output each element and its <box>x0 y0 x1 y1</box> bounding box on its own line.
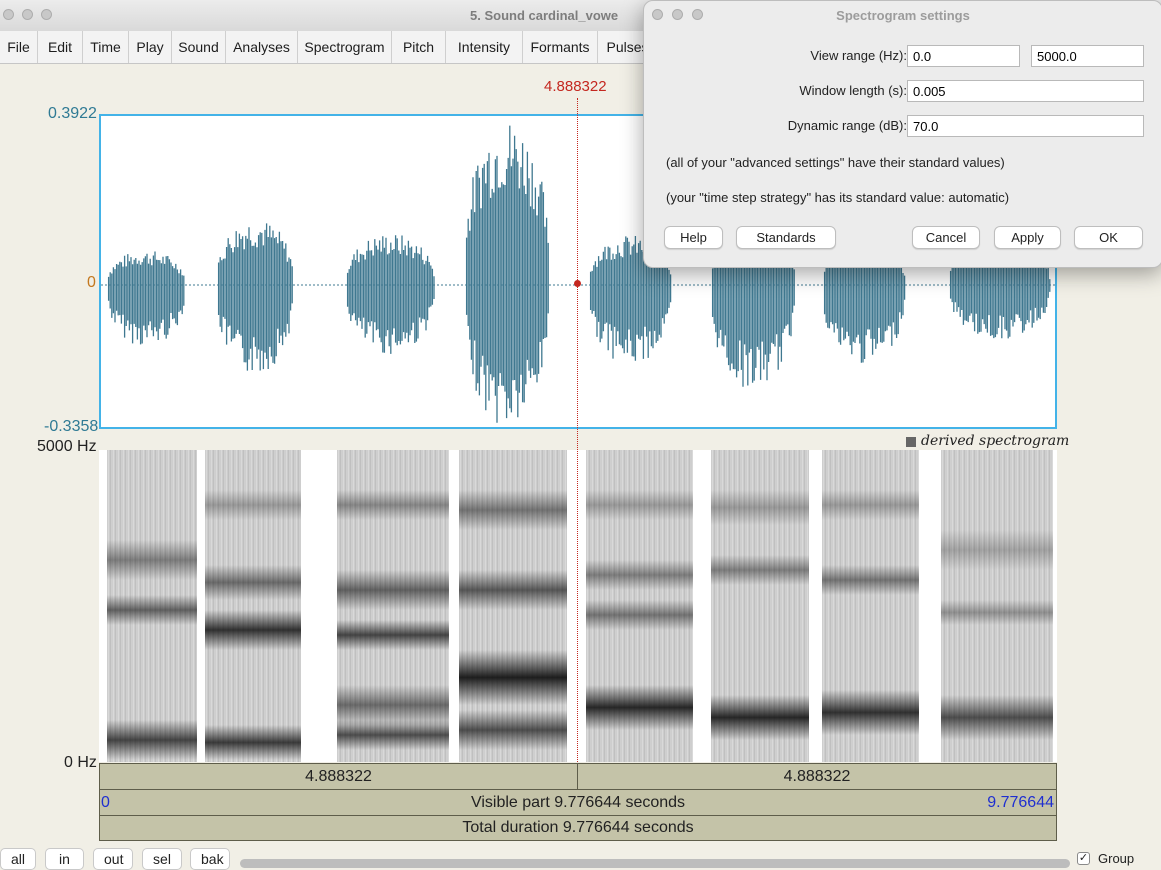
formant-band <box>459 650 567 705</box>
menu-formants[interactable]: Formants <box>523 31 598 63</box>
formant-band <box>337 490 449 520</box>
spectrogram-segment-8 <box>941 450 1053 762</box>
visible-part-bar[interactable]: 0 Visible part 9.776644 seconds 9.776644 <box>99 789 1057 816</box>
formant-band <box>822 565 919 595</box>
zoom-in-button[interactable]: in <box>45 848 84 870</box>
formant-band <box>586 600 693 630</box>
zoom-sel-button[interactable]: sel <box>142 848 182 870</box>
formant-band <box>711 555 809 585</box>
menu-pitch[interactable]: Pitch <box>392 31 446 63</box>
total-duration-label: Total duration 9.776644 seconds <box>462 819 694 836</box>
zoom-back-button[interactable]: bak <box>190 848 230 870</box>
menu-sound[interactable]: Sound <box>172 31 226 63</box>
spectrogram-segment-7 <box>822 450 919 762</box>
formant-band <box>941 600 1053 625</box>
window-title: 5. Sound cardinal_vowe <box>470 8 619 23</box>
apply-button[interactable]: Apply <box>994 226 1061 249</box>
zoom-window-icon[interactable] <box>41 9 52 20</box>
waveform-segment-3 <box>346 235 435 354</box>
dynamic-range-input[interactable] <box>907 115 1144 137</box>
visible-end-time: 9.776644 <box>987 794 1054 811</box>
spectrogram-segment-4 <box>459 450 567 762</box>
window-length-label: Window length (s): <box>799 83 907 98</box>
dynamic-range-label: Dynamic range (dB): <box>787 118 907 133</box>
formant-band <box>107 540 197 580</box>
group-checkbox[interactable]: ✓ <box>1077 852 1090 865</box>
formant-band <box>586 685 693 730</box>
visible-start-time: 0 <box>101 794 110 811</box>
amplitude-min-label: -0.3358 <box>44 418 99 435</box>
formant-band <box>586 490 693 520</box>
menu-edit[interactable]: Edit <box>38 31 83 63</box>
spectrogram-segment-5 <box>586 450 693 762</box>
cursor-line <box>577 98 578 790</box>
close-window-icon[interactable] <box>3 9 14 20</box>
menu-time[interactable]: Time <box>83 31 129 63</box>
formant-band <box>107 720 197 760</box>
cursor-point <box>574 280 581 287</box>
formant-band <box>459 490 567 530</box>
spectrogram-segment-3 <box>337 450 449 762</box>
left-part-button[interactable]: 4.888322 <box>100 764 578 789</box>
menu-analyses[interactable]: Analyses <box>226 31 298 63</box>
zoom-out-button[interactable]: out <box>93 848 133 870</box>
spectrogram-settings-dialog: Spectrogram settings View range (Hz): Wi… <box>643 0 1161 268</box>
time-bar-parts: 4.888322 4.888322 <box>99 763 1057 790</box>
view-range-label: View range (Hz): <box>810 48 907 63</box>
freq-max-label: 5000 Hz <box>37 438 97 455</box>
amplitude-zero-label: 0 <box>87 274 96 291</box>
advanced-settings-note: (all of your "advanced settings" have th… <box>666 155 1005 170</box>
zoom-all-button[interactable]: all <box>0 848 36 870</box>
formant-band <box>107 595 197 625</box>
formant-band <box>822 490 919 520</box>
spectrogram-segment-2 <box>205 450 301 762</box>
cancel-button[interactable]: Cancel <box>912 226 980 249</box>
formant-band <box>205 610 301 650</box>
group-label: Group <box>1098 851 1135 866</box>
menu-play[interactable]: Play <box>129 31 172 63</box>
cursor-time-label: 4.888322 <box>544 78 607 95</box>
formant-band <box>459 570 567 610</box>
amplitude-max-label: 0.3922 <box>48 105 97 122</box>
dialog-title: Spectrogram settings <box>836 8 970 23</box>
freq-min-label: 0 Hz <box>64 754 97 771</box>
window-length-input[interactable] <box>907 80 1144 102</box>
spectrogram-panel[interactable] <box>99 450 1057 762</box>
waveform-segment-1 <box>107 251 185 345</box>
time-step-note: (your "time step strategy" has its stand… <box>666 190 1010 205</box>
minimize-window-icon[interactable] <box>22 9 33 20</box>
formant-band <box>941 530 1053 570</box>
horizontal-scrollbar[interactable] <box>240 859 1070 868</box>
menu-file[interactable]: File <box>0 31 38 63</box>
formant-band <box>822 690 919 735</box>
waveform-segment-4 <box>465 125 549 423</box>
formant-band <box>337 620 449 650</box>
right-part-button[interactable]: 4.888322 <box>578 764 1056 789</box>
formant-band <box>337 570 449 610</box>
menu-spectrogram[interactable]: Spectrogram <box>298 31 392 63</box>
formant-band <box>337 720 449 750</box>
ok-button[interactable]: OK <box>1074 226 1143 249</box>
formant-band <box>711 490 809 525</box>
derived-spectrogram-label: derived spectrogram <box>921 433 1070 449</box>
formant-band <box>711 695 809 740</box>
standards-button[interactable]: Standards <box>736 226 836 249</box>
formant-band <box>205 565 301 600</box>
view-range-from-input[interactable] <box>907 45 1020 67</box>
spectrogram-segment-1 <box>107 450 197 762</box>
help-button[interactable]: Help <box>664 226 723 249</box>
derived-spectrogram-icon <box>906 437 916 447</box>
waveform-segment-2 <box>217 223 293 371</box>
formant-band <box>459 710 567 750</box>
formant-band <box>337 685 449 725</box>
formant-band <box>586 560 693 590</box>
formant-band <box>205 490 301 520</box>
visible-part-label: Visible part 9.776644 seconds <box>470 794 686 811</box>
formant-band <box>941 695 1053 740</box>
view-range-to-input[interactable] <box>1031 45 1144 67</box>
spectrogram-segment-6 <box>711 450 809 762</box>
formant-band <box>205 725 301 760</box>
menu-intensity[interactable]: Intensity <box>446 31 523 63</box>
total-duration-bar[interactable]: Total duration 9.776644 seconds <box>99 815 1057 841</box>
